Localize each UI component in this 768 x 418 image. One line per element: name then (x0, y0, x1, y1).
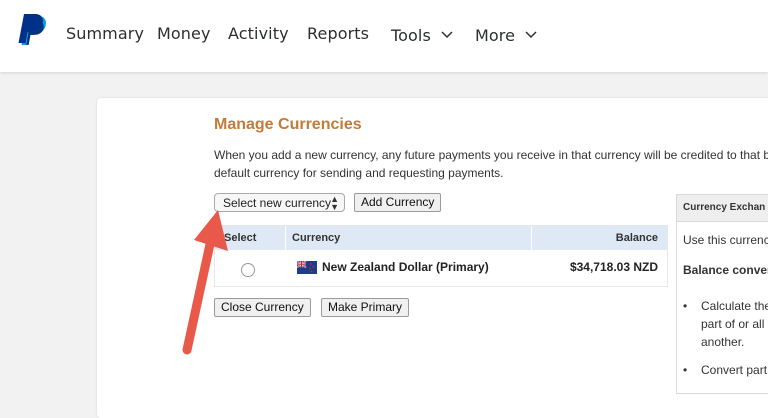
currency-exchange-panel: Currency Exchan Use this currenc Balance… (676, 194, 768, 394)
bullet-icon: • (683, 299, 688, 313)
bullet-line: Convert part (701, 363, 768, 377)
page-title: Manage Currencies (214, 116, 362, 133)
currency-table: Select Currency Balance New Zealand Doll… (214, 225, 668, 287)
nav-reports[interactable]: Reports (307, 24, 369, 43)
nav-activity[interactable]: Activity (228, 24, 289, 43)
panel-bullet-2: Convert part (701, 361, 767, 379)
header-balance: Balance (532, 226, 667, 250)
header-currency: Currency (286, 226, 531, 250)
top-navigation: Summary Money Activity Reports Tools Mor… (0, 0, 768, 72)
select-radio[interactable] (241, 263, 255, 277)
nz-flag-icon (296, 260, 317, 274)
select-updown-icon: ▲ ▼ (330, 194, 339, 212)
chevron-down-icon (441, 24, 453, 43)
paypal-logo-icon[interactable] (18, 14, 50, 48)
panel-bullet-1: Calculate the part of or all y another. (701, 297, 768, 351)
currency-name: New Zealand Dollar (Primary) (322, 260, 489, 274)
description-line: default currency for sending and request… (214, 166, 504, 180)
bullet-line: part of or all y (701, 317, 768, 331)
panel-subheading: Balance conver (683, 263, 768, 277)
table-row[interactable]: New Zealand Dollar (Primary) $34,718.03 … (215, 250, 667, 286)
currency-balance: $34,718.03 NZD (569, 260, 658, 274)
add-currency-button[interactable]: Add Currency (354, 193, 442, 212)
bullet-line: Calculate the (701, 299, 768, 313)
make-primary-button[interactable]: Make Primary (321, 298, 410, 317)
annotation-arrow-icon (170, 205, 240, 365)
nav-tools[interactable]: Tools (391, 24, 453, 45)
bullet-line: another. (701, 335, 745, 349)
panel-title: Currency Exchan (677, 195, 768, 222)
description-line: When you add a new currency, any future … (214, 148, 768, 162)
panel-intro: Use this currenc (683, 233, 768, 247)
table-header: Select Currency Balance (215, 226, 667, 250)
nav-summary[interactable]: Summary (66, 24, 144, 43)
page-description: When you add a new currency, any future … (214, 146, 768, 182)
bullet-icon: • (683, 363, 688, 377)
nav-money[interactable]: Money (157, 24, 211, 43)
chevron-down-icon (525, 24, 537, 43)
nav-more[interactable]: More (475, 24, 537, 45)
